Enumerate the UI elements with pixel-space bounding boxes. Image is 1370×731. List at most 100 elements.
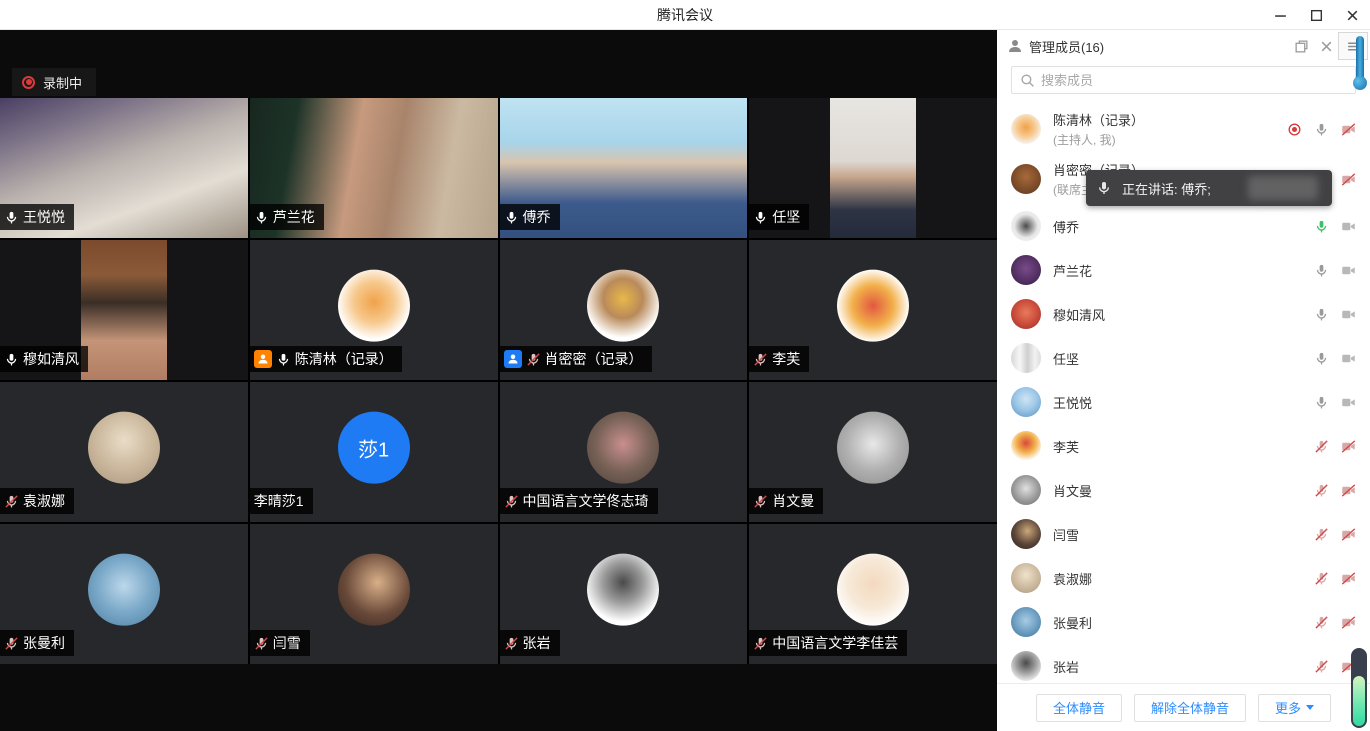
video-tile[interactable]: 中国语言文学李佳芸 bbox=[749, 524, 997, 664]
video-tile[interactable]: 张岩 bbox=[500, 524, 748, 664]
camera-off-icon[interactable] bbox=[1341, 483, 1356, 498]
mic-icon[interactable] bbox=[1314, 395, 1329, 410]
video-tile[interactable]: 闫雪 bbox=[250, 524, 498, 664]
video-tile[interactable]: 穆如清风 bbox=[0, 240, 248, 380]
window-title: 腾讯会议 bbox=[0, 5, 1370, 25]
participant-name: 芦兰花 bbox=[273, 207, 315, 227]
mic-icon[interactable] bbox=[1314, 351, 1329, 366]
scrollbar-thumb[interactable] bbox=[1351, 648, 1367, 728]
video-tile[interactable]: 芦兰花 bbox=[250, 98, 498, 238]
titlebar: 腾讯会议 bbox=[0, 0, 1370, 30]
avatar bbox=[587, 412, 659, 484]
video-tile[interactable]: 傅乔 bbox=[500, 98, 748, 238]
member-avatar bbox=[1011, 255, 1041, 285]
video-tile[interactable]: 莎1李晴莎1 bbox=[250, 382, 498, 522]
camera-off-icon[interactable] bbox=[1341, 122, 1356, 137]
mic-muted-icon bbox=[4, 636, 19, 651]
member-row[interactable]: 张曼利 bbox=[997, 600, 1370, 644]
video-tile[interactable]: 中国语言文学佟志琦 bbox=[500, 382, 748, 522]
member-avatar bbox=[1011, 211, 1041, 241]
participant-name-badge: 肖文曼 bbox=[749, 488, 823, 514]
member-row[interactable]: 李芙 bbox=[997, 424, 1370, 468]
member-row[interactable]: 闫雪 bbox=[997, 512, 1370, 556]
mic-muted-icon[interactable] bbox=[1314, 527, 1329, 542]
member-avatar bbox=[1011, 343, 1041, 373]
member-name: 任坚 bbox=[1053, 349, 1079, 368]
more-button[interactable]: 更多 bbox=[1258, 694, 1331, 722]
participant-name: 傅乔 bbox=[523, 207, 551, 227]
camera-off-icon[interactable] bbox=[1341, 527, 1356, 542]
scroll-indicator-pin[interactable] bbox=[1353, 36, 1367, 90]
member-name: 陈清林（记录） bbox=[1053, 110, 1144, 129]
member-row[interactable]: 张岩 bbox=[997, 644, 1370, 683]
members-icon bbox=[1007, 38, 1023, 54]
mic-muted-icon bbox=[526, 352, 541, 367]
video-tile[interactable]: 陈清林（记录） bbox=[250, 240, 498, 380]
speaking-toast: 正在讲话: 傅乔; bbox=[1086, 170, 1332, 206]
recording-dot-icon bbox=[22, 76, 35, 89]
mic-muted-icon[interactable] bbox=[1314, 615, 1329, 630]
close-panel-icon[interactable] bbox=[1319, 39, 1334, 54]
mic-icon[interactable] bbox=[1314, 122, 1329, 137]
mic-muted-icon[interactable] bbox=[1314, 483, 1329, 498]
participant-name: 肖文曼 bbox=[772, 491, 814, 511]
participant-name: 张曼利 bbox=[23, 633, 65, 653]
mic-icon bbox=[254, 210, 269, 225]
unmute-all-button[interactable]: 解除全体静音 bbox=[1134, 694, 1246, 722]
camera-icon[interactable] bbox=[1341, 351, 1356, 366]
mic-muted-icon bbox=[753, 494, 768, 509]
maximize-button[interactable] bbox=[1298, 0, 1334, 30]
mic-muted-icon bbox=[504, 494, 519, 509]
camera-icon[interactable] bbox=[1341, 307, 1356, 322]
close-button[interactable] bbox=[1334, 0, 1370, 30]
minimize-button[interactable] bbox=[1262, 0, 1298, 30]
member-search-box[interactable] bbox=[1011, 66, 1356, 94]
member-row[interactable]: 王悦悦 bbox=[997, 380, 1370, 424]
video-tile[interactable]: 肖文曼 bbox=[749, 382, 997, 522]
camera-icon[interactable] bbox=[1341, 263, 1356, 278]
video-tile[interactable]: 张曼利 bbox=[0, 524, 248, 664]
member-name: 袁淑娜 bbox=[1053, 569, 1092, 588]
participant-name-badge: 芦兰花 bbox=[250, 204, 324, 230]
member-row[interactable]: 袁淑娜 bbox=[997, 556, 1370, 600]
participant-name-badge: 李芙 bbox=[749, 346, 809, 372]
member-panel-footer: 全体静音 解除全体静音 更多 bbox=[997, 683, 1370, 731]
mic-muted-icon[interactable] bbox=[1314, 659, 1329, 674]
member-avatar bbox=[1011, 431, 1041, 461]
member-row[interactable]: 任坚 bbox=[997, 336, 1370, 380]
mic-icon[interactable] bbox=[1314, 263, 1329, 278]
camera-off-icon[interactable] bbox=[1341, 571, 1356, 586]
member-row[interactable]: 芦兰花 bbox=[997, 248, 1370, 292]
member-avatar bbox=[1011, 651, 1041, 681]
member-row[interactable]: 肖文曼 bbox=[997, 468, 1370, 512]
camera-off-icon[interactable] bbox=[1341, 615, 1356, 630]
member-name: 王悦悦 bbox=[1053, 393, 1092, 412]
camera-off-icon[interactable] bbox=[1341, 172, 1356, 187]
mic-muted-icon[interactable] bbox=[1314, 439, 1329, 454]
mic-muted-icon[interactable] bbox=[1314, 571, 1329, 586]
camera-off-icon[interactable] bbox=[1341, 439, 1356, 454]
mute-all-button[interactable]: 全体静音 bbox=[1036, 694, 1122, 722]
host-badge-icon bbox=[254, 350, 272, 368]
participant-name-badge: 肖密密（记录） bbox=[500, 346, 652, 372]
camera-icon[interactable] bbox=[1341, 219, 1356, 234]
video-tile[interactable]: 袁淑娜 bbox=[0, 382, 248, 522]
watermark-blur bbox=[1248, 176, 1318, 200]
participant-name-badge: 中国语言文学佟志琦 bbox=[500, 488, 658, 514]
participant-name: 李芙 bbox=[772, 349, 800, 369]
video-tile[interactable]: 李芙 bbox=[749, 240, 997, 380]
participant-name-badge: 闫雪 bbox=[250, 630, 310, 656]
member-name: 张曼利 bbox=[1053, 613, 1092, 632]
video-tile[interactable]: 肖密密（记录） bbox=[500, 240, 748, 380]
video-tile[interactable]: 王悦悦 bbox=[0, 98, 248, 238]
participant-name: 任坚 bbox=[772, 207, 800, 227]
member-row[interactable]: 傅乔 bbox=[997, 204, 1370, 248]
video-tile[interactable]: 任坚 bbox=[749, 98, 997, 238]
popout-panel-icon[interactable] bbox=[1294, 39, 1309, 54]
member-search-input[interactable] bbox=[1041, 73, 1347, 88]
member-row[interactable]: 陈清林（记录）(主持人, 我) bbox=[997, 104, 1370, 154]
mic-icon[interactable] bbox=[1314, 307, 1329, 322]
camera-icon[interactable] bbox=[1341, 395, 1356, 410]
mic-icon[interactable] bbox=[1314, 219, 1329, 234]
member-row[interactable]: 穆如清风 bbox=[997, 292, 1370, 336]
